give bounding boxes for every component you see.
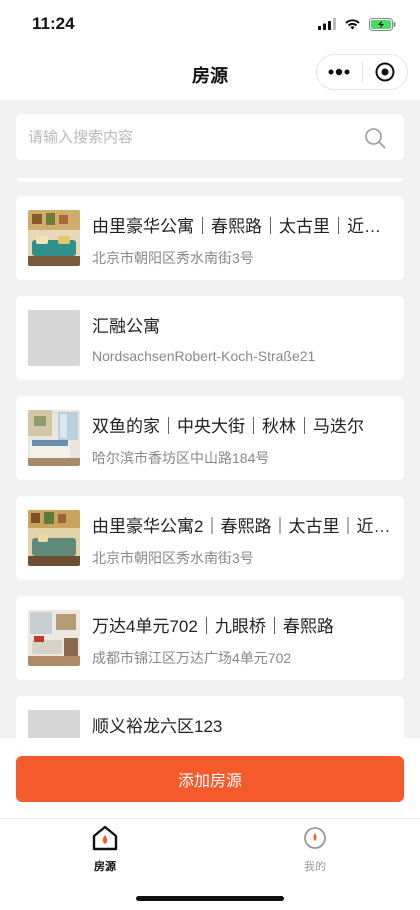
listing-address: NordsachsenRobert-Koch-Straße21 <box>92 348 316 364</box>
listing-card[interactable]: 顺义裕龙六区123 <box>16 696 404 738</box>
listing-address: 北京市朝阳区秀水南街3号 <box>92 550 254 566</box>
listing-address: 北京市朝阳区秀水南街3号 <box>92 250 254 266</box>
listing-card[interactable]: 汇融公寓 NordsachsenRobert-Koch-Straße21 <box>16 296 404 380</box>
listing-thumbnail-placeholder <box>28 310 80 366</box>
more-dots-icon <box>328 68 350 76</box>
listing-thumbnail <box>28 210 80 266</box>
action-bar: 添加房源 <box>0 738 420 818</box>
listing-thumbnail <box>28 410 80 466</box>
mini-program-capsule <box>316 54 408 90</box>
search-input[interactable] <box>28 114 348 160</box>
listing-card[interactable]: 由里豪华公寓2｜春熙路｜太古里｜近地铁 北京市朝阳区秀水南街3号 <box>16 496 404 580</box>
status-time: 11:24 <box>32 14 75 33</box>
search-section <box>0 100 420 178</box>
tab-label: 房源 <box>94 861 116 873</box>
listing-title: 由里豪华公寓｜春熙路｜太古里｜近地铁 <box>92 217 392 236</box>
profile-icon <box>304 827 326 849</box>
status-icons <box>318 16 396 32</box>
listing-title: 由里豪华公寓2｜春熙路｜太古里｜近地铁 <box>92 517 392 536</box>
search-icon[interactable] <box>364 127 386 149</box>
target-circle-icon <box>375 62 395 82</box>
listing-address: 哈尔滨市香坊区中山路184号 <box>92 450 270 466</box>
listing-list: 由里豪华公寓｜春熙路｜太古里｜近地铁 北京市朝阳区秀水南街3号 汇融公寓 Nor… <box>0 178 420 738</box>
signal-icon <box>318 18 336 30</box>
listing-card[interactable]: 由里豪华公寓｜春熙路｜太古里｜近地铁 北京市朝阳区秀水南街3号 <box>16 196 404 280</box>
listing-thumbnail <box>28 510 80 566</box>
listing-address: 成都市锦江区万达广场4单元702 <box>92 650 292 666</box>
house-icon <box>92 825 118 851</box>
battery-charging-icon <box>369 17 396 31</box>
listing-title: 双鱼的家｜中央大街｜秋林｜马迭尔 <box>92 417 364 436</box>
listing-title: 万达4单元702｜九眼桥｜春熙路 <box>92 617 334 636</box>
status-bar: 11:24 <box>0 0 420 50</box>
listing-card[interactable]: 双鱼的家｜中央大街｜秋林｜马迭尔 哈尔滨市香坊区中山路184号 <box>16 396 404 480</box>
close-button[interactable] <box>363 55 408 89</box>
listing-thumbnail-placeholder <box>28 710 80 738</box>
partial-listing-card <box>16 178 404 182</box>
listing-thumbnail <box>28 610 80 666</box>
tab-profile[interactable]: 我的 <box>285 825 345 875</box>
tab-listings[interactable]: 房源 <box>75 825 135 875</box>
nav-bar: 房源 <box>0 50 420 100</box>
more-button[interactable] <box>317 55 362 89</box>
wifi-icon <box>345 19 360 30</box>
home-indicator <box>136 896 284 901</box>
search-box <box>16 114 404 160</box>
listing-title: 汇融公寓 <box>92 317 160 336</box>
listing-title: 顺义裕龙六区123 <box>92 717 223 736</box>
add-listing-button[interactable]: 添加房源 <box>16 756 404 802</box>
tab-label: 我的 <box>304 861 326 873</box>
listing-card[interactable]: 万达4单元702｜九眼桥｜春熙路 成都市锦江区万达广场4单元702 <box>16 596 404 680</box>
